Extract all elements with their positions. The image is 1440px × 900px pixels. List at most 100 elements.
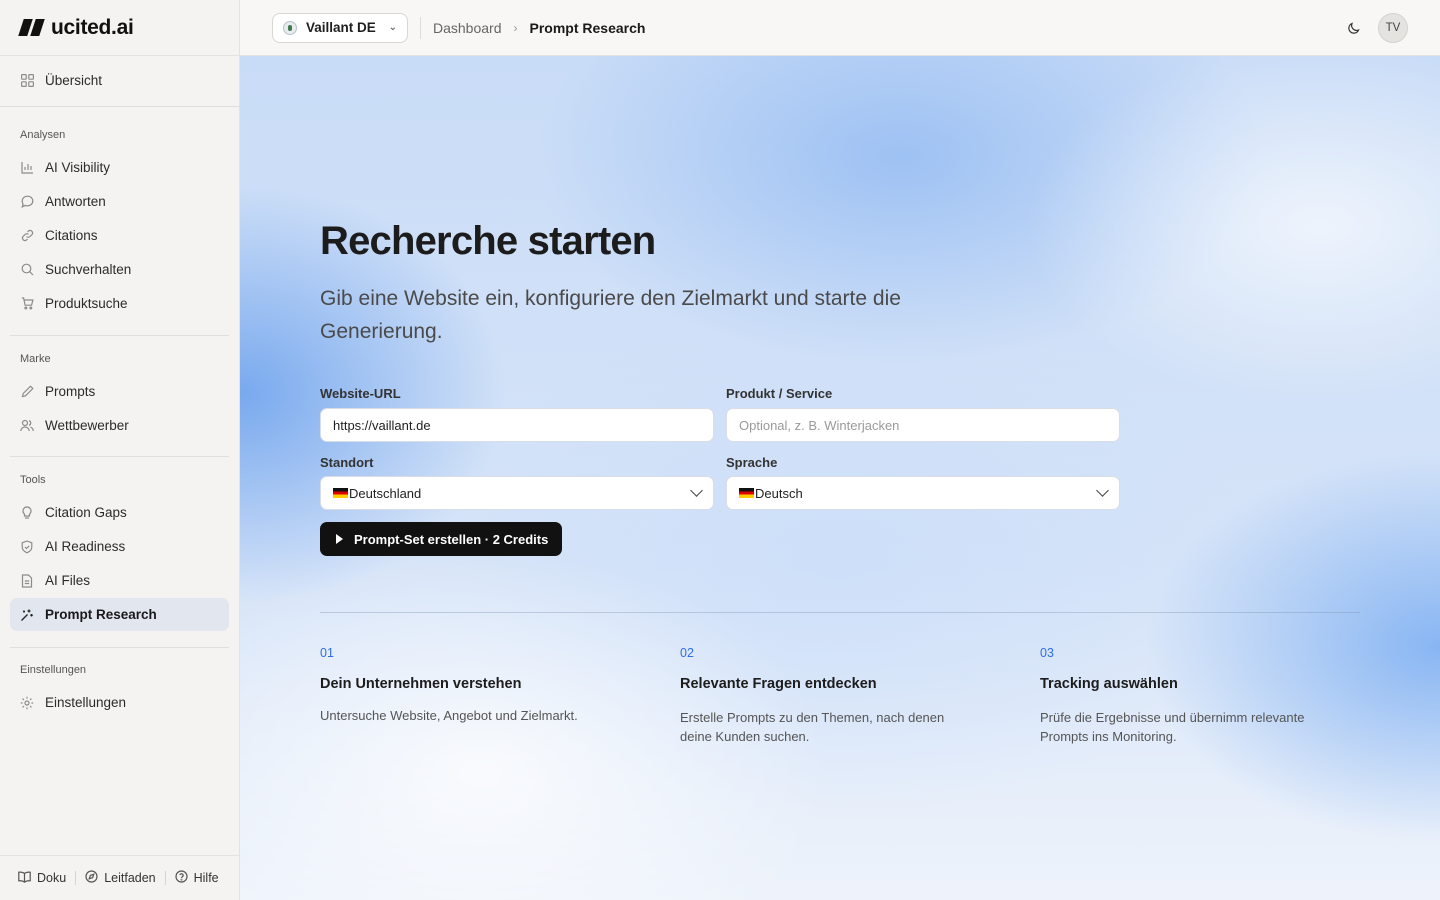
breadcrumb: Dashboard › Prompt Research bbox=[433, 20, 645, 36]
divider bbox=[10, 456, 229, 457]
sidebar-item-ai-readiness[interactable]: AI Readiness bbox=[10, 530, 229, 563]
product-service-placeholder: Optional, z. B. Winterjacken bbox=[739, 417, 900, 433]
bar-chart-icon bbox=[20, 161, 34, 175]
location-select[interactable]: Deutschland bbox=[320, 476, 714, 510]
sidebar-item-label: Produktsuche bbox=[45, 296, 128, 311]
sidebar-item-ai-files[interactable]: AI Files bbox=[10, 564, 229, 597]
chevron-right-icon: › bbox=[513, 20, 518, 35]
step-1: 01 Dein Unternehmen verstehen Untersuche… bbox=[320, 646, 620, 725]
website-url-input[interactable]: https://vaillant.de bbox=[320, 408, 714, 442]
breadcrumb-current: Prompt Research bbox=[529, 19, 646, 36]
moon-icon bbox=[1347, 21, 1360, 34]
leitfaden-label: Leitfaden bbox=[104, 871, 156, 885]
create-prompt-set-button[interactable]: Prompt-Set erstellen · 2 Credits bbox=[320, 522, 563, 556]
product-label: Produkt / Service bbox=[726, 386, 833, 401]
file-icon bbox=[20, 573, 34, 588]
divider bbox=[10, 647, 229, 648]
step-description: Untersuche Website, Angebot und Zielmark… bbox=[320, 708, 578, 723]
sidebar-item-ai-visibility[interactable]: AI Visibility bbox=[10, 151, 229, 184]
step-description: Erstelle Prompts zu den Themen, nach den… bbox=[680, 710, 945, 744]
germany-flag-icon bbox=[333, 488, 348, 498]
sidebar-item-label: Prompt Research bbox=[45, 607, 157, 622]
sidebar-item-label: Citation Gaps bbox=[45, 505, 127, 520]
sidebar-item-label: Suchverhalten bbox=[45, 262, 132, 277]
location-label: Standort bbox=[320, 455, 374, 470]
sidebar-item-label: Übersicht bbox=[45, 73, 103, 88]
leitfaden-link[interactable]: Leitfaden bbox=[85, 870, 156, 886]
sidebar-item-label: AI Readiness bbox=[45, 539, 126, 554]
help-icon bbox=[175, 870, 188, 886]
step-number: 01 bbox=[320, 646, 334, 660]
sidebar-item-prompt-research[interactable]: Prompt Research bbox=[10, 598, 229, 631]
link-icon bbox=[20, 229, 34, 243]
section-label-marke: Marke bbox=[20, 353, 51, 365]
language-label: Sprache bbox=[726, 455, 778, 470]
step-number: 03 bbox=[1040, 646, 1054, 660]
sidebar-item-label: Wettbewerber bbox=[45, 418, 129, 433]
topbar: Vaillant DE ⌄ Dashboard › Prompt Researc… bbox=[240, 0, 1440, 56]
avatar[interactable]: TV bbox=[1378, 13, 1408, 43]
search-icon bbox=[20, 263, 34, 277]
germany-flag-icon bbox=[739, 488, 754, 498]
lightbulb-icon bbox=[20, 505, 34, 520]
language-value: Deutsch bbox=[755, 485, 803, 501]
section-label-einstellungen: Einstellungen bbox=[20, 664, 87, 676]
theme-toggle-button[interactable] bbox=[1342, 17, 1364, 39]
sidebar-item-label: Einstellungen bbox=[45, 695, 127, 710]
sparkle-icon bbox=[20, 608, 34, 622]
step-title: Dein Unternehmen verstehen bbox=[320, 676, 522, 692]
divider bbox=[420, 16, 421, 39]
users-icon bbox=[20, 419, 34, 433]
create-prompt-set-label: Prompt-Set erstellen · 2 Credits bbox=[354, 531, 549, 547]
section-label-analysen: Analysen bbox=[20, 129, 66, 141]
chat-bubble-icon bbox=[20, 195, 34, 209]
project-select[interactable]: Vaillant DE ⌄ bbox=[272, 12, 408, 43]
chevron-down-icon bbox=[690, 484, 703, 497]
book-icon bbox=[18, 871, 31, 886]
sidebar-item-label: Prompts bbox=[45, 384, 96, 399]
sidebar-item-produktsuche[interactable]: Produktsuche bbox=[10, 287, 229, 320]
sidebar-item-label: Antworten bbox=[45, 194, 106, 209]
hilfe-label: Hilfe bbox=[193, 871, 219, 885]
product-service-input[interactable]: Optional, z. B. Winterjacken bbox=[726, 408, 1120, 442]
website-url-value: https://vaillant.de bbox=[333, 417, 431, 433]
breadcrumb-dashboard[interactable]: Dashboard bbox=[433, 20, 502, 36]
play-icon bbox=[336, 534, 343, 544]
divider bbox=[75, 871, 77, 885]
shield-icon bbox=[20, 539, 34, 554]
location-value: Deutschland bbox=[349, 485, 422, 501]
sidebar-item-label: AI Visibility bbox=[45, 160, 111, 175]
sidebar-item-antworten[interactable]: Antworten bbox=[10, 185, 229, 218]
gear-icon bbox=[20, 696, 34, 710]
sidebar-item-prompts[interactable]: Prompts bbox=[10, 375, 229, 408]
logo[interactable]: ucited.ai bbox=[0, 0, 239, 56]
sidebar-item-suchverhalten[interactable]: Suchverhalten bbox=[10, 253, 229, 286]
sidebar-item-citations[interactable]: Citations bbox=[10, 219, 229, 252]
topbar-actions: TV bbox=[1342, 13, 1408, 43]
page-subtitle: Gib eine Website ein, konfiguriere den Z… bbox=[320, 287, 901, 343]
sidebar-item-einstellungen[interactable]: Einstellungen bbox=[10, 686, 229, 719]
page-title: Recherche starten bbox=[320, 219, 656, 263]
divider bbox=[320, 612, 1360, 613]
tag-icon bbox=[20, 385, 34, 399]
divider bbox=[164, 871, 166, 885]
main-content: Recherche starten Gib eine Website ein, … bbox=[240, 56, 1440, 900]
sidebar-footer: Doku Leitfaden Hilfe bbox=[0, 855, 240, 900]
sidebar-item-label: AI Files bbox=[45, 573, 91, 588]
project-name: Vaillant DE bbox=[306, 20, 376, 35]
step-number: 02 bbox=[680, 646, 694, 660]
project-logo-icon bbox=[283, 20, 297, 35]
divider bbox=[0, 106, 240, 107]
sidebar-item-wettbewerber[interactable]: Wettbewerber bbox=[10, 409, 229, 442]
doku-link[interactable]: Doku bbox=[18, 871, 66, 886]
hilfe-link[interactable]: Hilfe bbox=[175, 870, 219, 886]
url-label: Website-URL bbox=[320, 386, 401, 401]
language-select[interactable]: Deutsch bbox=[726, 476, 1120, 510]
sidebar-item-overview[interactable]: Übersicht bbox=[10, 64, 229, 97]
sidebar-item-citation-gaps[interactable]: Citation Gaps bbox=[10, 496, 229, 529]
doku-label: Doku bbox=[37, 871, 67, 885]
divider bbox=[10, 335, 229, 336]
chevron-down-icon: ⌄ bbox=[388, 22, 397, 33]
step-description: Prüfe die Ergebnisse und übernimm releva… bbox=[1040, 710, 1305, 744]
step-title: Relevante Fragen entdecken bbox=[680, 676, 877, 692]
